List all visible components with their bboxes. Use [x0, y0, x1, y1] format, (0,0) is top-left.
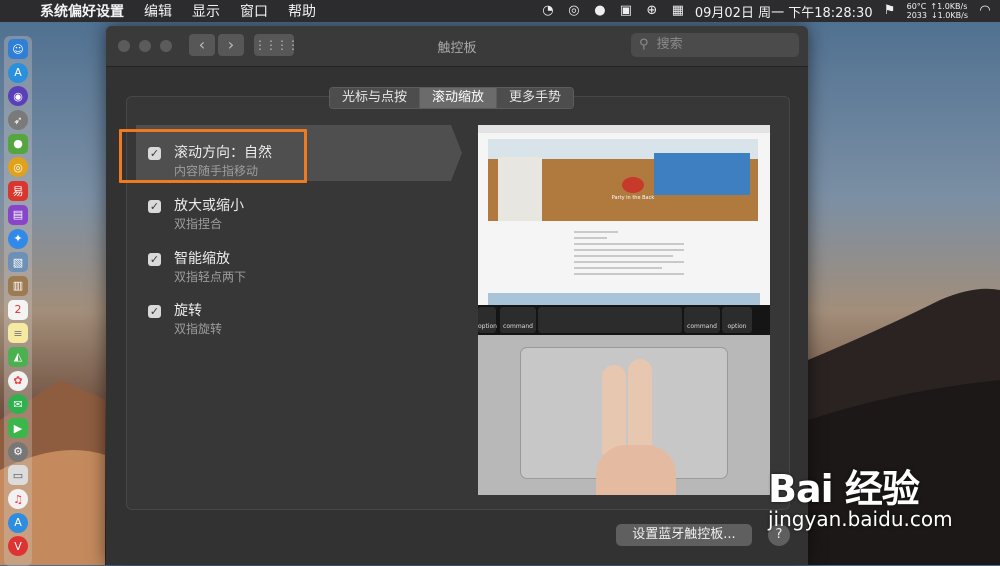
preview-trackpad-body — [478, 335, 770, 495]
system-preferences-icon[interactable]: ⚙ — [8, 441, 28, 462]
safari-icon[interactable]: ✦ — [8, 228, 28, 249]
dots-icon[interactable]: ● — [591, 3, 609, 19]
notification-monitor-icon[interactable]: ▣ — [617, 3, 635, 19]
finder-icon[interactable]: ☺ — [8, 39, 28, 59]
preview-finger-1 — [602, 365, 626, 455]
temp-readout: 60°C — [906, 2, 927, 11]
calendar-app-icon[interactable]: 2 — [8, 299, 28, 320]
preview-screen: Party in the Back — [478, 125, 770, 305]
preview-keyboard-row: option command command option — [478, 305, 770, 335]
upload-speed: ↑1.0KB/s — [930, 2, 968, 11]
download-speed: ↓1.0KB/s — [930, 11, 968, 20]
checkbox-smart-zoom[interactable]: ✓ — [148, 253, 161, 266]
preview-key-command-right: command — [684, 307, 720, 333]
clock[interactable]: 09月02日 周一 下午18:28:30 — [695, 2, 873, 21]
preview-menubar — [478, 125, 770, 133]
tab-more-gestures[interactable]: 更多手势 — [497, 88, 574, 108]
menu-app-name[interactable]: 系统偏好设置 — [40, 1, 124, 21]
contacts-icon[interactable]: ▥ — [8, 275, 28, 296]
option-subtitle: 双指旋转 — [174, 322, 223, 336]
music-icon[interactable]: ♫ — [8, 489, 28, 510]
gesture-preview-video: Party in the Back option command command… — [478, 125, 770, 495]
messages-icon[interactable]: ✉ — [8, 394, 28, 415]
preview-hero-image: Party in the Back — [488, 139, 758, 221]
maps-icon[interactable]: ◭ — [8, 346, 28, 367]
checkbox-rotate[interactable]: ✓ — [148, 305, 161, 318]
system-stats[interactable]: 60°C ↑1.0KB/s 2033 ↓1.0KB/s — [907, 2, 968, 20]
menu-view[interactable]: 显示 — [192, 1, 220, 21]
notes-icon[interactable]: ≡ — [8, 323, 28, 344]
preview-dock — [488, 293, 760, 305]
preview-key-command-left: command — [500, 307, 536, 333]
preview-sign — [498, 157, 542, 221]
preview-key-option-left: option — [478, 307, 497, 333]
tab-point-click[interactable]: 光标与点按 — [330, 88, 421, 108]
dock: ☺ A ◉ ➶ ● ◎ 易 ▤ ✦ ▧ ▥ 2 ≡ ◭ ✿ ✉ ▶ ⚙ ▭ ♫ … — [4, 36, 32, 566]
setup-bluetooth-trackpad-button[interactable]: 设置蓝牙触控板... — [616, 524, 752, 546]
netease-icon[interactable]: 易 — [8, 181, 28, 202]
preview-key-space — [538, 307, 682, 333]
menu-window[interactable]: 窗口 — [240, 1, 268, 21]
menu-bar: 系统偏好设置 编辑 显示 窗口 帮助 ◔ ◎ ● ▣ ⊕ ▦ 09月02日 周一… — [0, 0, 1000, 22]
trackpad-preferences-window: ‹ › ⋮⋮⋮⋮ 触控板 ⚲ 搜索 光标与点按 滚动缩放 更多手势 ✓ 滚动方向… — [106, 26, 808, 565]
baidu-watermark: Bai 经验 jingyan.baidu.com — [768, 458, 953, 531]
keynote-icon[interactable]: ▭ — [8, 465, 28, 486]
tab-bar: 光标与点按 滚动缩放 更多手势 — [329, 87, 575, 109]
option-subtitle: 双指捏合 — [174, 217, 223, 231]
preview-hand — [596, 445, 676, 495]
preview-key-option-right: option — [722, 307, 752, 333]
menu-edit[interactable]: 编辑 — [144, 1, 172, 21]
preview-icon[interactable]: ▧ — [8, 252, 28, 273]
option-subtitle: 双指轻点两下 — [174, 270, 247, 284]
fan-readout: 2033 — [906, 11, 927, 20]
annotation-highlight-box — [119, 129, 307, 183]
option-title: 旋转 — [174, 303, 202, 319]
watermark-url: jingyan.baidu.com — [768, 507, 953, 531]
option-title: 放大或缩小 — [174, 198, 244, 214]
tab-scroll-zoom[interactable]: 滚动缩放 — [420, 88, 498, 108]
option-title: 智能缩放 — [174, 251, 230, 267]
vivaldi-icon[interactable]: V — [8, 536, 28, 557]
preview-blue-panel — [654, 153, 750, 195]
app-store-2-icon[interactable]: A — [8, 512, 28, 533]
menu-help[interactable]: 帮助 — [288, 1, 316, 21]
title-bar: ‹ › ⋮⋮⋮⋮ 触控板 ⚲ 搜索 — [106, 26, 808, 67]
launchpad-icon[interactable]: ➶ — [8, 110, 28, 131]
ghost-icon[interactable]: ◔ — [539, 3, 557, 19]
wifi-icon[interactable]: ◠ — [976, 3, 994, 19]
purple-app-icon[interactable]: ▤ — [8, 204, 28, 225]
preview-finger-2 — [628, 359, 652, 455]
speedometer-icon[interactable]: ◎ — [565, 3, 583, 19]
chrome-icon[interactable]: ◎ — [8, 157, 28, 178]
search-icon: ⚲ — [639, 37, 649, 52]
globe-icon[interactable]: ⊕ — [643, 3, 661, 19]
search-field[interactable]: ⚲ 搜索 — [631, 33, 799, 57]
pin-icon[interactable]: ⚑ — [881, 3, 899, 19]
watermark-logo: Bai 经验 — [768, 467, 920, 511]
preview-text-lines — [574, 231, 684, 279]
calendar-icon[interactable]: ▦ — [669, 3, 687, 19]
checkbox-zoom-in-out[interactable]: ✓ — [148, 200, 161, 213]
facetime-icon[interactable]: ▶ — [8, 418, 28, 438]
preview-red-object — [622, 177, 644, 193]
search-placeholder: 搜索 — [656, 37, 683, 52]
app-store-icon[interactable]: A — [8, 62, 28, 83]
photos-icon[interactable]: ✿ — [8, 370, 28, 391]
siri-icon[interactable]: ◉ — [8, 86, 28, 107]
android-icon[interactable]: ● — [8, 133, 28, 154]
preview-caption: Party in the Back — [611, 195, 655, 201]
